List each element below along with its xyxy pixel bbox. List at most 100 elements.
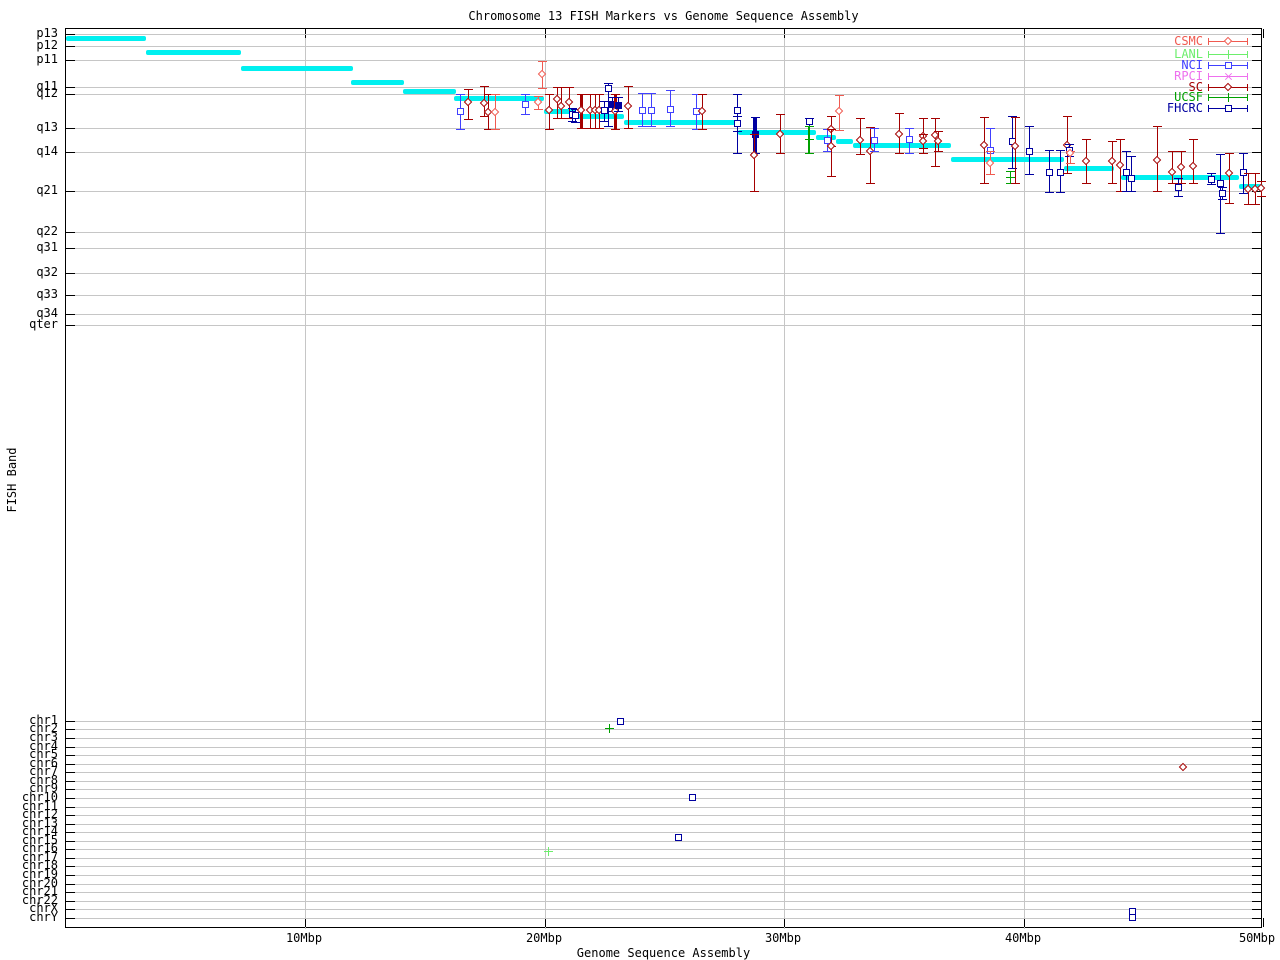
y-gridline: [66, 34, 1261, 35]
assembly-band-segment: [66, 36, 146, 41]
error-bar-cap: [986, 174, 995, 175]
error-bar-cap: [986, 128, 995, 129]
error-bar-cap: [480, 86, 489, 87]
error-bar-cap: [604, 126, 613, 127]
y-axis-tick: [66, 807, 75, 808]
error-bar-cap: [491, 129, 500, 130]
y-axis-tick: [66, 772, 75, 773]
y-axis-title: FISH Band: [5, 447, 19, 512]
y-axis-tick: [66, 128, 75, 129]
error-bar-cap: [750, 134, 759, 135]
error-bar-cap: [856, 118, 865, 119]
error-bar-cap: [1063, 173, 1072, 174]
y-axis-tick: [1252, 909, 1261, 910]
y-axis-tick: [66, 755, 75, 756]
error-bar-cap: [1218, 187, 1227, 188]
error-bar-cap: [647, 126, 656, 127]
data-point-csmc-marker: [491, 108, 499, 116]
y-axis-tick: [66, 866, 75, 867]
y-axis-tick: [66, 738, 75, 739]
error-bar-cap: [733, 94, 742, 95]
legend-sample-csmc: [1208, 35, 1248, 47]
legend-marker-sc: [1224, 83, 1232, 91]
y-axis-tick: [1252, 34, 1261, 35]
y-axis-tick: [66, 892, 75, 893]
error-bar-cap: [1127, 191, 1136, 192]
legend-marker-nci: [1225, 62, 1232, 69]
legend-sample-cap: [1208, 51, 1209, 58]
error-bar-cap: [614, 97, 623, 98]
data-point-sc-marker: [1082, 157, 1090, 165]
y-axis-tick: [1252, 858, 1261, 859]
y-axis-tick: [66, 232, 75, 233]
error-bar-cap: [895, 113, 904, 114]
y-axis-tick: [1252, 918, 1261, 919]
y-axis-tick: [1252, 46, 1261, 47]
data-point-fhcrc-marker: [734, 120, 741, 127]
legend-marker-ucsf: [1228, 93, 1229, 102]
data-point-sc-marker: [1116, 161, 1124, 169]
y-gridline: [66, 755, 1261, 756]
legend-sample-cap: [1247, 94, 1248, 101]
y-gridline: [66, 807, 1261, 808]
error-bar-cap: [491, 94, 500, 95]
error-bar-cap: [534, 96, 543, 97]
assembly-band-segment: [836, 139, 853, 144]
data-point-fhcrc-marker: [605, 85, 612, 92]
error-bar-cap: [1153, 191, 1162, 192]
data-point-sc-marker: [827, 142, 835, 150]
y-gridline: [66, 314, 1261, 315]
y-gridline: [66, 764, 1261, 765]
data-point-fhcrc-marker: [675, 834, 682, 841]
data-point-ucsf-marker: [609, 724, 610, 733]
error-bar-cap: [1239, 153, 1248, 154]
error-bar-cap: [1177, 151, 1186, 152]
legend-sample-cap: [1247, 38, 1248, 45]
y-gridline: [66, 273, 1261, 274]
error-bar-cap: [1174, 178, 1183, 179]
y-axis-tick: [66, 875, 75, 876]
error-bar-cap: [624, 86, 633, 87]
legend-label-csmc: CSMC: [1133, 35, 1203, 47]
data-point-fhcrc-marker: [617, 718, 624, 725]
error-bar-cap: [1218, 199, 1227, 200]
error-bar: [1131, 156, 1132, 191]
y-axis-tick: [66, 858, 75, 859]
error-bar-cap: [1168, 151, 1177, 152]
error-bar-cap: [1216, 233, 1225, 234]
y-axis-tick: [1252, 866, 1261, 867]
data-point-nci-marker: [522, 101, 529, 108]
error-bar-cap: [611, 129, 620, 130]
y-gridline: [66, 325, 1261, 326]
y-axis-tick: [1252, 87, 1261, 88]
error-bar: [831, 129, 832, 176]
chr-tick-label: chrY: [0, 912, 58, 922]
y-axis-tick: [66, 798, 75, 799]
error-bar-cap: [571, 122, 580, 123]
error-bar-cap: [545, 94, 554, 95]
x-axis-tick: [784, 918, 785, 927]
band-tick-label: p13: [0, 28, 58, 38]
y-axis-tick: [1252, 789, 1261, 790]
error-bar-cap: [1153, 126, 1162, 127]
y-axis-tick: [1252, 248, 1261, 249]
data-point-fhcrc-marker: [806, 118, 813, 125]
assembly-band-segment: [351, 80, 404, 85]
x-tick-label: 50Mbp: [1227, 931, 1280, 945]
band-tick-label: p12: [0, 40, 58, 50]
data-point-fhcrc-marker: [734, 107, 741, 114]
data-point-lanl-marker: [548, 847, 549, 856]
x-axis-tick: [545, 918, 546, 927]
y-axis-tick: [66, 87, 75, 88]
y-axis-tick: [1252, 849, 1261, 850]
error-bar-cap: [934, 131, 943, 132]
x-tick-label: 10Mbp: [274, 931, 334, 945]
error-bar-cap: [1108, 141, 1117, 142]
error-bar-cap: [1207, 184, 1216, 185]
error-bar-cap: [1174, 196, 1183, 197]
error-bar-cap: [1239, 193, 1248, 194]
error-bar-cap: [805, 153, 814, 154]
error-bar-cap: [1025, 174, 1034, 175]
legend-marker-lanl: [1228, 50, 1229, 59]
legend-sample-cap: [1208, 73, 1209, 80]
